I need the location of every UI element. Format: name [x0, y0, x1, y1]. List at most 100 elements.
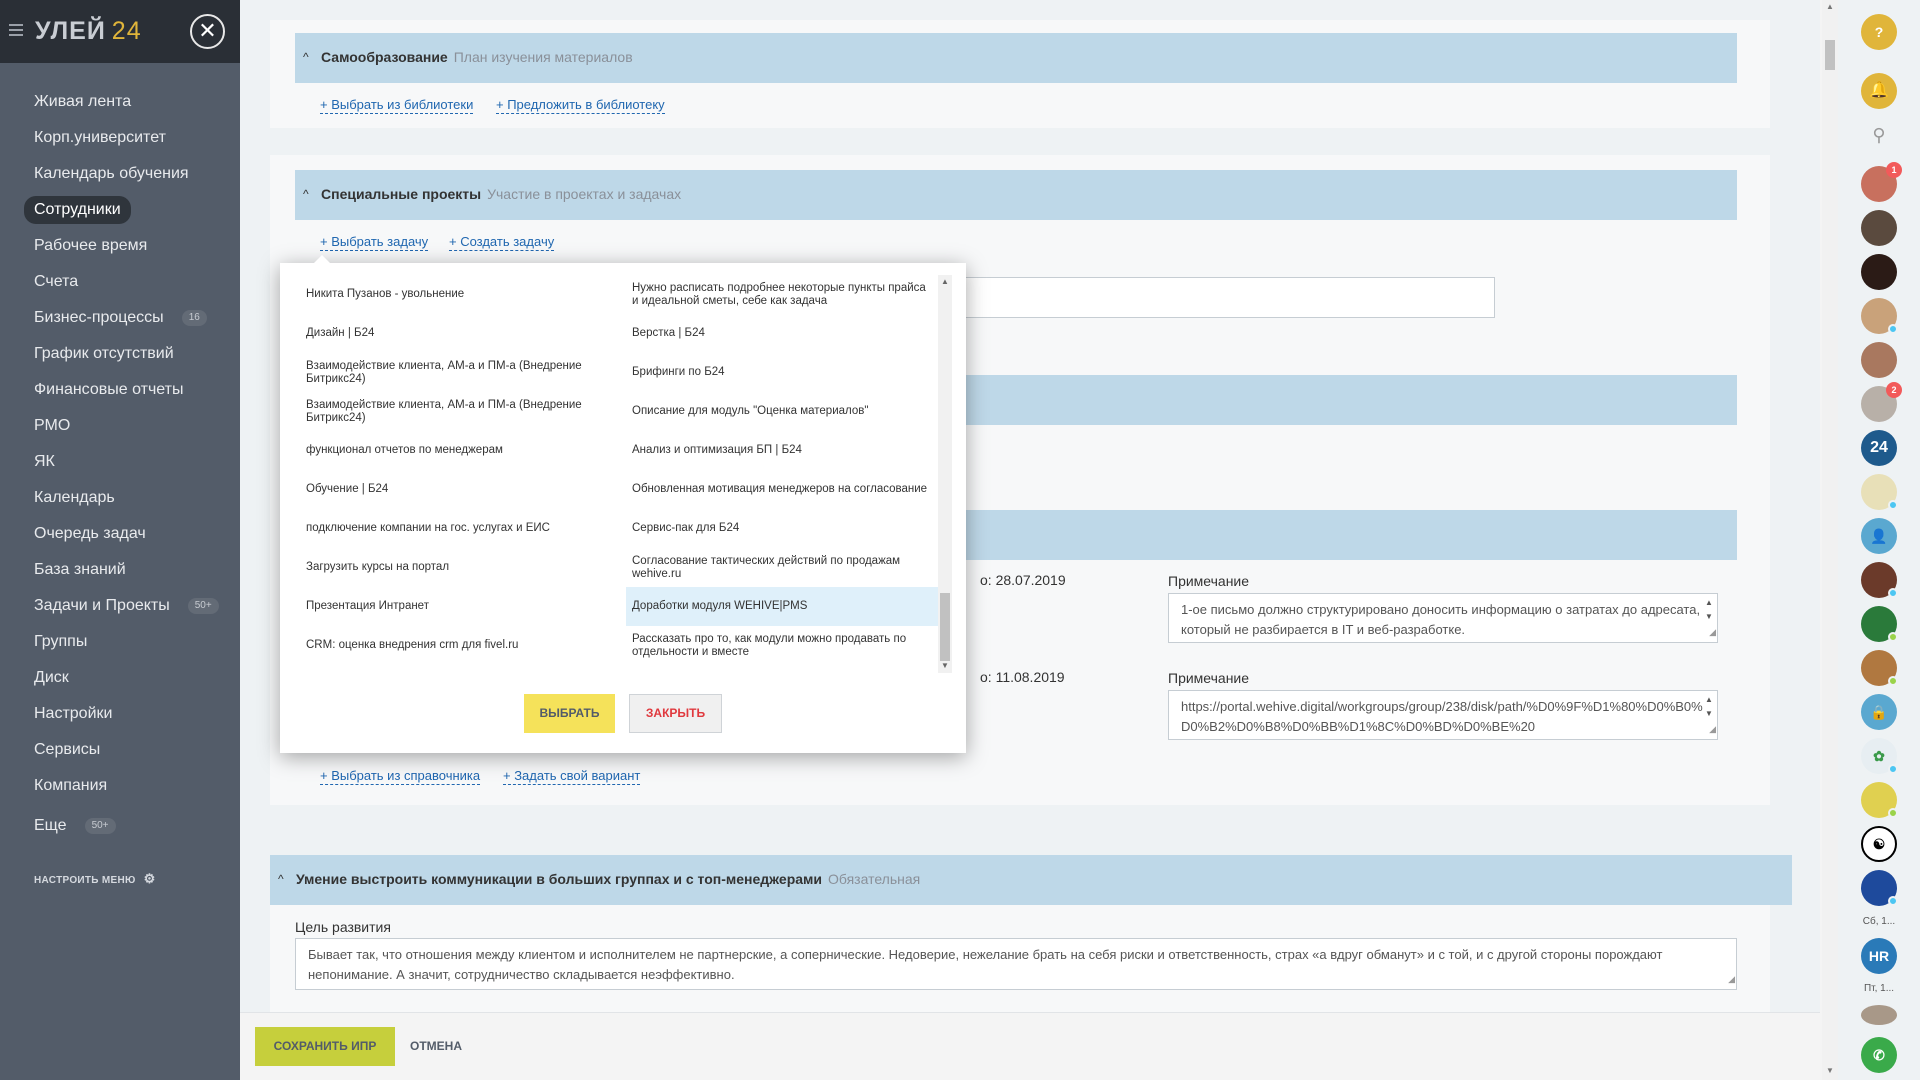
- sidebar-item[interactable]: График отсутствий: [0, 340, 240, 376]
- bell-icon[interactable]: 🔔: [1861, 73, 1897, 109]
- close-icon[interactable]: ✕: [190, 14, 225, 49]
- save-button[interactable]: СОХРАНИТЬ ИПР: [255, 1027, 395, 1066]
- task-option[interactable]: Описание для модуль "Оценка материалов": [626, 392, 938, 431]
- task-option[interactable]: Загрузить курсы на портал: [300, 548, 612, 587]
- chevron-up-icon[interactable]: ^: [303, 50, 309, 64]
- task-option[interactable]: Анализ и оптимизация БП | Б24: [626, 431, 938, 470]
- sidebar-item[interactable]: Корп.университет: [0, 124, 240, 160]
- avatar[interactable]: [1861, 1005, 1897, 1025]
- scroll-down-icon[interactable]: ▼: [941, 661, 949, 670]
- sidebar-item[interactable]: Диск: [0, 664, 240, 700]
- task-option[interactable]: Обучение | Б24: [300, 470, 612, 509]
- task-option[interactable]: Обновленная мотивация менеджеров на согл…: [626, 470, 938, 509]
- goal-textarea[interactable]: Бывает так, что отношения между клиентом…: [295, 938, 1737, 990]
- avatar[interactable]: [1861, 342, 1897, 378]
- task-option[interactable]: Доработки модуля WEHIVE|PMS: [626, 587, 938, 626]
- help-icon[interactable]: ?: [1861, 14, 1897, 50]
- avatar[interactable]: [1861, 210, 1897, 246]
- sidebar-item[interactable]: Календарь обучения: [0, 160, 240, 196]
- sidebar-item[interactable]: Сотрудники: [0, 196, 240, 232]
- avatar[interactable]: [1861, 870, 1898, 906]
- sidebar-item[interactable]: Финансовые отчеты: [0, 376, 240, 412]
- task-option[interactable]: Взаимодействие клиента, АМ-а и ПМ-а (Вне…: [300, 392, 612, 431]
- avatar[interactable]: [1861, 606, 1898, 642]
- task-option[interactable]: подключение компании на гос. услугах и Е…: [300, 509, 612, 548]
- bitrix24-avatar[interactable]: 24: [1861, 430, 1897, 466]
- sidebar-item[interactable]: Счета: [0, 268, 240, 304]
- lock-icon[interactable]: 🔒: [1861, 694, 1897, 730]
- sidebar-item[interactable]: ЯК: [0, 448, 240, 484]
- choose-from-library-link[interactable]: + Выбрать из библиотеки: [320, 97, 474, 114]
- set-own-option-link[interactable]: + Задать свой вариант: [503, 768, 641, 785]
- task-option[interactable]: Нужно расписать подробнее некоторые пунк…: [626, 275, 938, 314]
- suggest-to-library-link[interactable]: + Предложить в библиотеку: [496, 97, 665, 114]
- avatar[interactable]: [1861, 254, 1897, 290]
- logo[interactable]: УЛЕЙ 24: [35, 17, 142, 46]
- sidebar-item[interactable]: База знаний: [0, 556, 240, 592]
- sidebar-item[interactable]: Сервисы: [0, 736, 240, 772]
- sidebar-item[interactable]: Бизнес-процессы 16: [0, 304, 240, 340]
- self-education-header[interactable]: ^ Самообразование План изучения материало…: [295, 33, 1737, 83]
- task-option[interactable]: Дизайн | Б24: [300, 314, 612, 353]
- hr-avatar[interactable]: HR: [1861, 938, 1897, 974]
- resize-grip[interactable]: ◢: [1709, 622, 1716, 642]
- avatar[interactable]: ✿: [1861, 738, 1898, 774]
- task-input[interactable]: [880, 277, 1495, 318]
- task-option[interactable]: функционал отчетов по менеджерам: [300, 431, 612, 470]
- user-icon[interactable]: 👤: [1861, 518, 1897, 554]
- hamburger-icon[interactable]: [9, 24, 23, 36]
- sidebar-item[interactable]: Очередь задач: [0, 520, 240, 556]
- scroll-down-icon[interactable]: ▼: [1826, 1066, 1834, 1075]
- task-option[interactable]: Рассказать про то, как модули можно прод…: [626, 626, 938, 665]
- create-task-link[interactable]: + Создать задачу: [449, 234, 555, 251]
- scroll-up-icon[interactable]: ▲: [1826, 2, 1834, 11]
- sidebar-item[interactable]: Календарь: [0, 484, 240, 520]
- sidebar-item[interactable]: Живая лента: [0, 88, 240, 124]
- task-option[interactable]: Никита Пузанов - увольнение: [300, 275, 612, 314]
- yin-yang-icon[interactable]: ☯: [1861, 826, 1897, 862]
- sidebar-item[interactable]: Компания: [0, 772, 240, 808]
- select-button[interactable]: ВЫБРАТЬ: [524, 694, 615, 733]
- gear-icon[interactable]: ⚙: [144, 871, 156, 886]
- sidebar-item[interactable]: Настройки: [0, 700, 240, 736]
- task-option[interactable]: Презентация Интранет: [300, 587, 612, 626]
- special-projects-header[interactable]: ^ Специальные проекты Участие в проектах …: [295, 170, 1737, 220]
- chevron-up-icon[interactable]: ^: [278, 872, 284, 886]
- communication-header[interactable]: ^ Умение выстроить коммуникации в больши…: [270, 855, 1792, 905]
- sidebar-item[interactable]: Задачи и Проекты 50+: [0, 592, 240, 628]
- resize-grip[interactable]: ◢: [1709, 719, 1716, 739]
- dialog-scrollbar[interactable]: ▲ ▼: [938, 275, 952, 673]
- sidebar-item[interactable]: РМО: [0, 412, 240, 448]
- close-button[interactable]: ЗАКРЫТЬ: [629, 694, 722, 733]
- resize-grip[interactable]: ◢: [1728, 969, 1735, 989]
- note-textarea[interactable]: https://portal.wehive.digital/workgroups…: [1168, 690, 1718, 740]
- sidebar-item[interactable]: Еще 50+: [0, 812, 240, 848]
- avatar[interactable]: [1861, 650, 1898, 686]
- configure-menu-button[interactable]: НАСТРОИТЬ МЕНЮ ⚙: [34, 871, 156, 887]
- task-option[interactable]: Взаимодействие клиента, АМ-а и ПМ-а (Вне…: [300, 353, 612, 392]
- choose-from-reference-link[interactable]: + Выбрать из справочника: [320, 768, 481, 785]
- avatar[interactable]: [1861, 298, 1898, 334]
- task-option[interactable]: Согласование тактических действий по про…: [626, 548, 938, 587]
- page-scrollbar[interactable]: ▲ ▼: [1822, 0, 1838, 1080]
- scrollbar-thumb[interactable]: [1825, 40, 1835, 70]
- task-option[interactable]: CRM: оценка внедрения crm для fivel.ru: [300, 626, 612, 665]
- search-icon[interactable]: ⚲: [1872, 125, 1885, 145]
- sidebar-item[interactable]: Рабочее время: [0, 232, 240, 268]
- task-option[interactable]: Верстка | Б24: [626, 314, 938, 353]
- scrollbar-thumb[interactable]: [940, 593, 950, 661]
- avatar[interactable]: 1: [1861, 162, 1902, 202]
- sidebar-item[interactable]: Группы: [0, 628, 240, 664]
- avatar[interactable]: [1861, 782, 1898, 818]
- phone-icon[interactable]: ✆: [1861, 1037, 1897, 1073]
- avatar[interactable]: [1861, 562, 1898, 598]
- choose-task-link[interactable]: + Выбрать задачу: [320, 234, 429, 251]
- cancel-button[interactable]: ОТМЕНА: [410, 1027, 462, 1066]
- avatar[interactable]: 2: [1861, 382, 1902, 422]
- avatar[interactable]: [1861, 474, 1898, 510]
- scroll-up-icon[interactable]: ▲: [941, 277, 949, 286]
- task-option[interactable]: Брифинги по Б24: [626, 353, 938, 392]
- chevron-up-icon[interactable]: ^: [303, 187, 309, 201]
- task-option[interactable]: Сервис-пак для Б24: [626, 509, 938, 548]
- note-textarea[interactable]: 1-ое письмо должно структурировано донос…: [1168, 593, 1718, 643]
